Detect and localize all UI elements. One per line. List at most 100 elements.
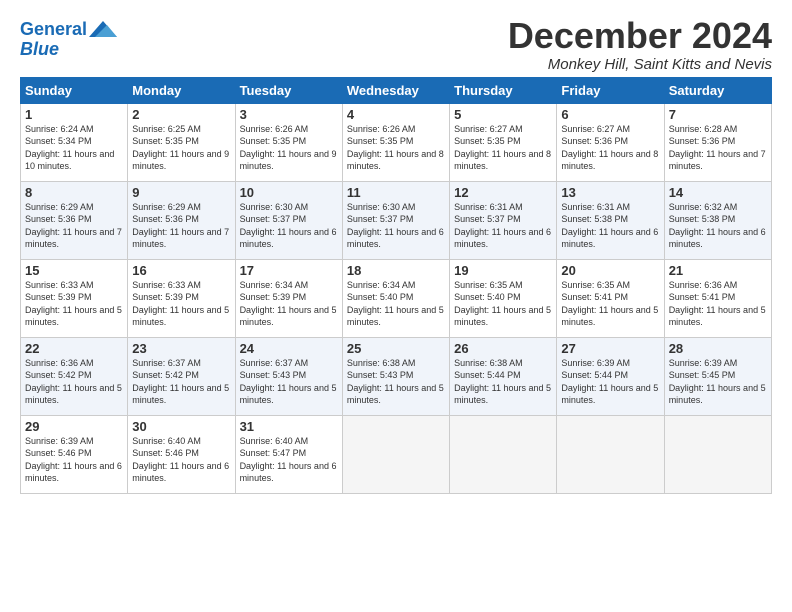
calendar-cell: 24 Sunrise: 6:37 AMSunset: 5:43 PMDaylig… [235,337,342,415]
page: General Blue December 2024 Monkey Hill, … [0,0,792,504]
day-number: 18 [347,263,445,278]
calendar-cell: 10 Sunrise: 6:30 AMSunset: 5:37 PMDaylig… [235,181,342,259]
day-info: Sunrise: 6:33 AMSunset: 5:39 PMDaylight:… [132,280,229,328]
day-info: Sunrise: 6:30 AMSunset: 5:37 PMDaylight:… [240,202,337,250]
col-header-monday: Monday [128,77,235,103]
day-info: Sunrise: 6:34 AMSunset: 5:40 PMDaylight:… [347,280,444,328]
day-info: Sunrise: 6:26 AMSunset: 5:35 PMDaylight:… [240,124,337,172]
calendar-cell: 27 Sunrise: 6:39 AMSunset: 5:44 PMDaylig… [557,337,664,415]
calendar-cell: 7 Sunrise: 6:28 AMSunset: 5:36 PMDayligh… [664,103,771,181]
logo-blue: Blue [20,40,59,60]
day-info: Sunrise: 6:39 AMSunset: 5:46 PMDaylight:… [25,436,122,484]
day-number: 4 [347,107,445,122]
day-number: 30 [132,419,230,434]
calendar-cell: 25 Sunrise: 6:38 AMSunset: 5:43 PMDaylig… [342,337,449,415]
calendar-cell: 13 Sunrise: 6:31 AMSunset: 5:38 PMDaylig… [557,181,664,259]
day-info: Sunrise: 6:40 AMSunset: 5:46 PMDaylight:… [132,436,229,484]
calendar-cell: 20 Sunrise: 6:35 AMSunset: 5:41 PMDaylig… [557,259,664,337]
day-number: 29 [25,419,123,434]
calendar-cell: 19 Sunrise: 6:35 AMSunset: 5:40 PMDaylig… [450,259,557,337]
calendar-cell: 21 Sunrise: 6:36 AMSunset: 5:41 PMDaylig… [664,259,771,337]
calendar-cell: 16 Sunrise: 6:33 AMSunset: 5:39 PMDaylig… [128,259,235,337]
calendar-cell: 8 Sunrise: 6:29 AMSunset: 5:36 PMDayligh… [21,181,128,259]
calendar-table: SundayMondayTuesdayWednesdayThursdayFrid… [20,77,772,494]
header-row: SundayMondayTuesdayWednesdayThursdayFrid… [21,77,772,103]
calendar-cell: 31 Sunrise: 6:40 AMSunset: 5:47 PMDaylig… [235,415,342,493]
day-number: 2 [132,107,230,122]
calendar-cell: 28 Sunrise: 6:39 AMSunset: 5:45 PMDaylig… [664,337,771,415]
day-number: 15 [25,263,123,278]
day-number: 5 [454,107,552,122]
day-number: 6 [561,107,659,122]
day-info: Sunrise: 6:31 AMSunset: 5:38 PMDaylight:… [561,202,658,250]
location: Monkey Hill, Saint Kitts and Nevis [508,56,772,73]
logo-text: General [20,20,87,40]
title-block: December 2024 Monkey Hill, Saint Kitts a… [508,16,772,73]
calendar-cell: 15 Sunrise: 6:33 AMSunset: 5:39 PMDaylig… [21,259,128,337]
day-info: Sunrise: 6:31 AMSunset: 5:37 PMDaylight:… [454,202,551,250]
calendar-cell: 5 Sunrise: 6:27 AMSunset: 5:35 PMDayligh… [450,103,557,181]
calendar-cell: 12 Sunrise: 6:31 AMSunset: 5:37 PMDaylig… [450,181,557,259]
col-header-saturday: Saturday [664,77,771,103]
day-number: 9 [132,185,230,200]
calendar-cell: 17 Sunrise: 6:34 AMSunset: 5:39 PMDaylig… [235,259,342,337]
day-info: Sunrise: 6:25 AMSunset: 5:35 PMDaylight:… [132,124,229,172]
day-info: Sunrise: 6:37 AMSunset: 5:42 PMDaylight:… [132,358,229,406]
day-info: Sunrise: 6:34 AMSunset: 5:39 PMDaylight:… [240,280,337,328]
calendar-cell: 23 Sunrise: 6:37 AMSunset: 5:42 PMDaylig… [128,337,235,415]
day-number: 26 [454,341,552,356]
day-number: 22 [25,341,123,356]
day-number: 23 [132,341,230,356]
day-info: Sunrise: 6:29 AMSunset: 5:36 PMDaylight:… [25,202,122,250]
col-header-friday: Friday [557,77,664,103]
day-number: 16 [132,263,230,278]
month-title: December 2024 [508,16,772,56]
calendar-cell: 6 Sunrise: 6:27 AMSunset: 5:36 PMDayligh… [557,103,664,181]
calendar-cell: 18 Sunrise: 6:34 AMSunset: 5:40 PMDaylig… [342,259,449,337]
calendar-week-1: 1 Sunrise: 6:24 AMSunset: 5:34 PMDayligh… [21,103,772,181]
calendar-cell: 4 Sunrise: 6:26 AMSunset: 5:35 PMDayligh… [342,103,449,181]
calendar-cell: 26 Sunrise: 6:38 AMSunset: 5:44 PMDaylig… [450,337,557,415]
day-number: 31 [240,419,338,434]
calendar-week-3: 15 Sunrise: 6:33 AMSunset: 5:39 PMDaylig… [21,259,772,337]
day-number: 3 [240,107,338,122]
day-info: Sunrise: 6:33 AMSunset: 5:39 PMDaylight:… [25,280,122,328]
day-info: Sunrise: 6:38 AMSunset: 5:44 PMDaylight:… [454,358,551,406]
day-info: Sunrise: 6:30 AMSunset: 5:37 PMDaylight:… [347,202,444,250]
day-info: Sunrise: 6:36 AMSunset: 5:42 PMDaylight:… [25,358,122,406]
calendar-cell [557,415,664,493]
day-number: 1 [25,107,123,122]
day-info: Sunrise: 6:32 AMSunset: 5:38 PMDaylight:… [669,202,766,250]
calendar-cell: 9 Sunrise: 6:29 AMSunset: 5:36 PMDayligh… [128,181,235,259]
col-header-wednesday: Wednesday [342,77,449,103]
day-number: 27 [561,341,659,356]
day-info: Sunrise: 6:39 AMSunset: 5:45 PMDaylight:… [669,358,766,406]
calendar-week-4: 22 Sunrise: 6:36 AMSunset: 5:42 PMDaylig… [21,337,772,415]
day-number: 20 [561,263,659,278]
calendar-cell: 30 Sunrise: 6:40 AMSunset: 5:46 PMDaylig… [128,415,235,493]
calendar-cell: 11 Sunrise: 6:30 AMSunset: 5:37 PMDaylig… [342,181,449,259]
col-header-thursday: Thursday [450,77,557,103]
day-info: Sunrise: 6:39 AMSunset: 5:44 PMDaylight:… [561,358,658,406]
day-number: 28 [669,341,767,356]
calendar-cell [664,415,771,493]
day-number: 7 [669,107,767,122]
day-info: Sunrise: 6:38 AMSunset: 5:43 PMDaylight:… [347,358,444,406]
calendar-cell: 2 Sunrise: 6:25 AMSunset: 5:35 PMDayligh… [128,103,235,181]
day-number: 13 [561,185,659,200]
day-number: 12 [454,185,552,200]
day-info: Sunrise: 6:35 AMSunset: 5:40 PMDaylight:… [454,280,551,328]
header: General Blue December 2024 Monkey Hill, … [20,16,772,73]
day-number: 21 [669,263,767,278]
day-number: 14 [669,185,767,200]
day-number: 25 [347,341,445,356]
day-info: Sunrise: 6:28 AMSunset: 5:36 PMDaylight:… [669,124,766,172]
col-header-tuesday: Tuesday [235,77,342,103]
col-header-sunday: Sunday [21,77,128,103]
day-number: 8 [25,185,123,200]
logo-general: General [20,19,87,39]
calendar-week-5: 29 Sunrise: 6:39 AMSunset: 5:46 PMDaylig… [21,415,772,493]
calendar-cell [342,415,449,493]
calendar-cell [450,415,557,493]
day-number: 10 [240,185,338,200]
